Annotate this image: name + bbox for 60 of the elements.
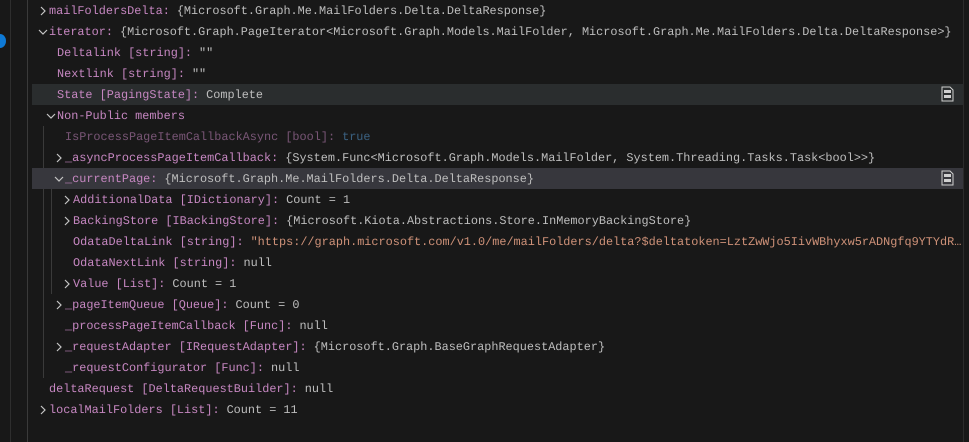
variable-name: _requestAdapter [IRequestAdapter]: [65, 340, 307, 354]
variable-value: Complete [206, 88, 264, 102]
variable-name: mailFoldersDelta: [49, 4, 170, 18]
variable-row[interactable]: OdataDeltaLink [string]: "https://graph.microsoft.com/v1.0/me/mailFolders/delta?$deltatoken=LztZwWjo5IivWBhyxw5rADNgfq9YTYdR… [32, 231, 963, 252]
variable-name: deltaRequest [DeltaRequestBuilder]: [49, 382, 298, 396]
variable-value: null [299, 318, 328, 332]
variable-row[interactable]: Non-Public members [32, 105, 963, 126]
variable-value: Count = 1 [172, 276, 236, 290]
variable-value: null [243, 256, 272, 270]
variable-value: Count = 11 [226, 402, 298, 416]
binary-view-icon[interactable] [941, 86, 954, 102]
variable-row[interactable]: deltaRequest [DeltaRequestBuilder]: null [32, 378, 963, 399]
variable-row[interactable]: AdditionalData [IDictionary]: Count = 1 [32, 189, 963, 210]
variable-name: OdataNextLink [string]: [73, 256, 236, 270]
variable-name: _requestConfigurator [Func]: [65, 360, 264, 374]
variable-row[interactable]: _requestAdapter [IRequestAdapter]: {Microsoft.Graph.BaseGraphRequestAdapter} [32, 336, 963, 357]
variable-name: _asyncProcessPageItemCallback: [65, 150, 278, 164]
variable-name: IsProcessPageItemCallbackAsync [bool]: [65, 130, 336, 144]
variable-value: "" [199, 46, 214, 60]
variable-name: AdditionalData [IDictionary]: [73, 192, 280, 206]
binary-view-icon[interactable] [941, 170, 954, 186]
variable-value: null [271, 360, 300, 374]
variable-name: BackingStore [IBackingStore]: [73, 214, 280, 228]
variable-row[interactable]: _pageItemQueue [Queue]: Count = 0 [32, 294, 963, 315]
variable-row[interactable]: _processPageItemCallback [Func]: null [32, 315, 963, 336]
variable-row[interactable]: Nextlink [string]: "" [32, 63, 963, 84]
variable-row[interactable]: State [PagingState]: Complete [32, 84, 963, 105]
variable-row[interactable]: _asyncProcessPageItemCallback: {System.Func<Microsoft.Graph.Models.MailFolder, System.Threading.Tasks.Task<bool>>} [32, 147, 963, 168]
variable-value: "" [192, 66, 206, 80]
variable-row[interactable]: iterator: {Microsoft.Graph.PageIterator<Microsoft.Graph.Models.MailFolder, Microsoft.Graph.Me.MailFolders.Delta.DeltaResponse>} [32, 21, 963, 42]
variable-name: Deltalink [string]: [57, 46, 192, 60]
variable-name: Nextlink [string]: [57, 66, 185, 80]
variable-name: iterator: [49, 24, 113, 38]
variable-name: localMailFolders [List]: [49, 402, 220, 416]
variable-value: {Microsoft.Graph.BaseGraphRequestAdapter} [314, 340, 606, 354]
variable-value: null [304, 382, 334, 396]
variable-name: State [PagingState]: [57, 88, 200, 102]
variable-name: Non-Public members [57, 108, 185, 122]
variable-name: _processPageItemCallback [Func]: [65, 318, 292, 332]
variable-row[interactable]: _requestConfigurator [Func]: null [32, 357, 963, 378]
variable-value: {Microsoft.Kiota.Abstractions.Store.InMemoryBackingStore} [286, 214, 692, 228]
variable-value: true [342, 130, 371, 144]
variable-value: Count = 0 [235, 298, 300, 312]
variable-row[interactable]: _currentPage: {Microsoft.Graph.Me.MailFolders.Delta.DeltaResponse} [32, 168, 963, 189]
variable-row[interactable]: BackingStore [IBackingStore]: {Microsoft.Kiota.Abstractions.Store.InMemoryBackingStore} [32, 210, 963, 231]
variable-name: _pageItemQueue [Queue]: [65, 298, 228, 312]
variable-value: {Microsoft.Graph.Me.MailFolders.Delta.DeltaResponse} [164, 172, 534, 186]
variable-value: {System.Func<Microsoft.Graph.Models.MailFolder, System.Threading.Tasks.Task<bool>>} [285, 150, 876, 164]
variable-row[interactable]: mailFoldersDelta: {Microsoft.Graph.Me.MailFolders.Delta.DeltaResponse} [32, 0, 963, 21]
variable-row[interactable]: Value [List]: Count = 1 [32, 273, 963, 294]
variable-value: {Microsoft.Graph.PageIterator<Microsoft.Graph.Models.MailFolder, Microsoft.Graph.Me.MailFolders.Delta.DeltaResponse>} [120, 24, 952, 38]
variable-row[interactable]: OdataNextLink [string]: null [32, 252, 963, 273]
variable-name: OdataDeltaLink [string]: [73, 234, 244, 248]
variable-row[interactable]: Deltalink [string]: "" [32, 42, 963, 63]
variable-value: Count = 1 [286, 192, 350, 206]
variable-name: _currentPage: [65, 172, 158, 186]
variable-value: {Microsoft.Graph.Me.MailFolders.Delta.DeltaResponse} [176, 4, 546, 18]
variable-name: Value [List]: [73, 276, 166, 290]
variable-value: "https://graph.microsoft.com/v1.0/me/mailFolders/delta?$deltatoken=LztZwWjo5IivWBhyxw5rADNgfq9YTYdR… [250, 234, 962, 248]
variable-row[interactable]: localMailFolders [List]: Count = 11 [32, 399, 963, 420]
